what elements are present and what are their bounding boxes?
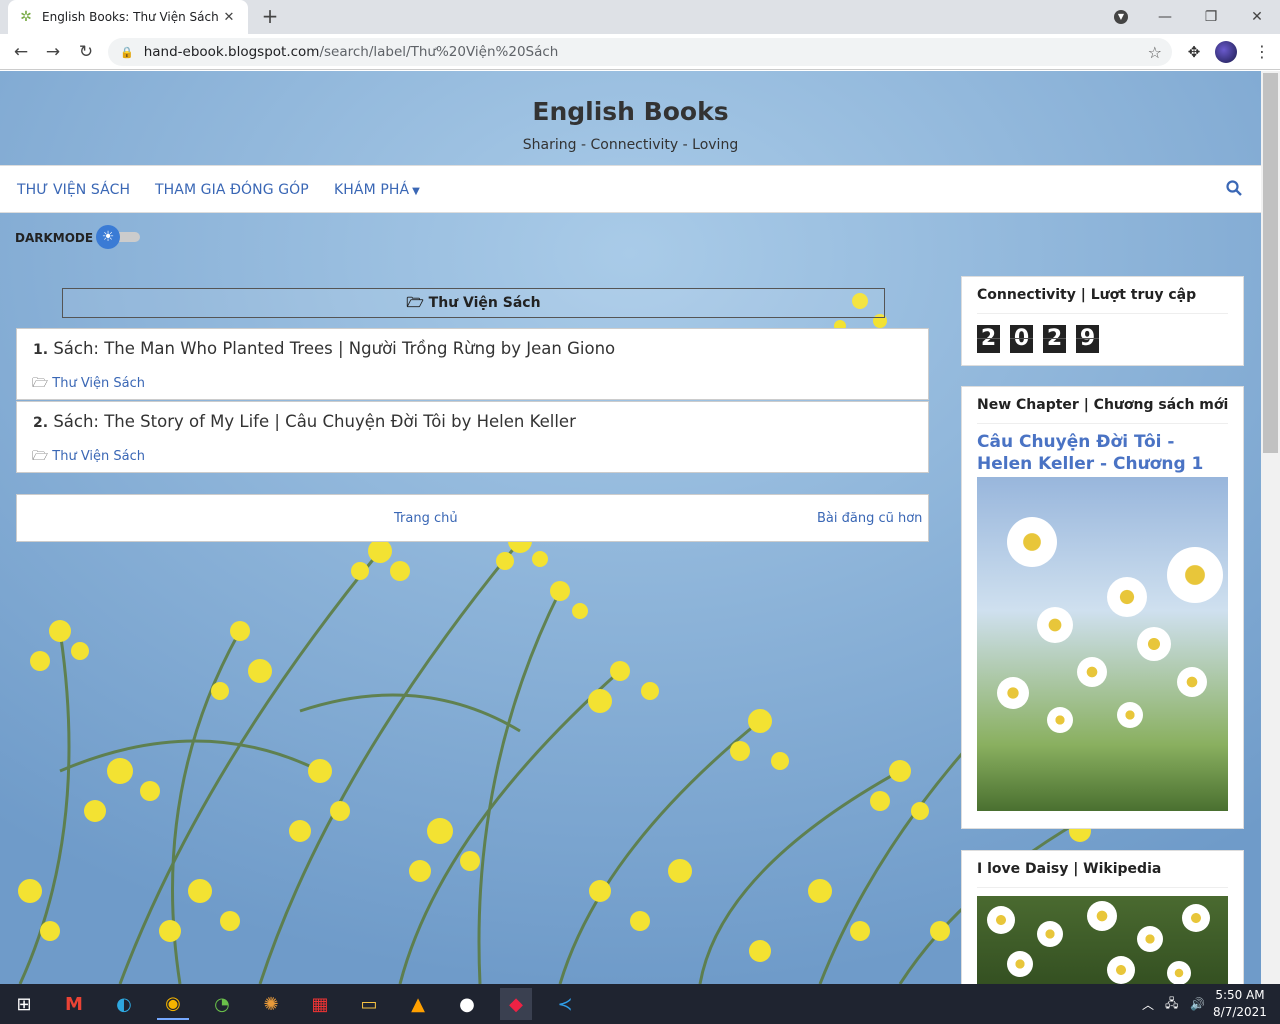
bookmark-star-icon[interactable]: ☆: [1148, 43, 1162, 62]
post-title[interactable]: 1. Sách: The Man Who Planted Trees | Ngư…: [33, 339, 615, 358]
folder-open-icon: 🗁: [406, 295, 424, 311]
label-heading-text: Thư Viện Sách: [428, 295, 541, 311]
close-tab-icon[interactable]: ✕: [220, 10, 238, 25]
tab-title: English Books: Thư Viện Sách: [42, 10, 219, 24]
network-icon[interactable]: 🖧: [1165, 984, 1178, 1024]
tab-search-icon[interactable]: ▼: [1098, 0, 1144, 34]
older-posts-link[interactable]: Bài đăng cũ hơn: [817, 511, 922, 526]
firebase-icon[interactable]: ▲: [402, 988, 434, 1020]
label-heading: 🗁 Thư Viện Sách: [62, 288, 885, 318]
file-explorer-icon[interactable]: ▭: [353, 988, 385, 1020]
daisy-field-photo[interactable]: [977, 896, 1228, 984]
post-title-text: Sách: The Man Who Planted Trees | Người …: [53, 339, 616, 358]
volume-icon[interactable]: 🔊: [1190, 984, 1205, 1024]
chrome-icon[interactable]: ◉: [157, 988, 189, 1020]
edge-icon[interactable]: ◐: [108, 988, 140, 1020]
counter-digit: 2: [977, 325, 1000, 353]
widget-divider: [977, 313, 1228, 314]
tray-chevron-icon[interactable]: ︿: [1142, 984, 1154, 1024]
widget-title: I love Daisy | Wikipedia: [977, 861, 1162, 877]
nav-item-kham-pha-label: KHÁM PHÁ: [334, 182, 410, 198]
site-description: Sharing - Connectivity - Loving: [522, 137, 739, 153]
vscode-icon[interactable]: ≺: [549, 988, 581, 1020]
darkmode-toggle[interactable]: ☀: [96, 225, 144, 249]
nav-item-kham-pha[interactable]: KHÁM PHÁ ▼: [334, 182, 420, 198]
browser-tab-strip: ✲ English Books: Thư Viện Sách ✕ + ▼ — ❐…: [0, 0, 1280, 34]
post-label[interactable]: 🗁 Thư Viện Sách: [32, 447, 145, 469]
counter-digit: 2: [1043, 325, 1066, 353]
widget-title: Connectivity | Lượt truy cập: [977, 287, 1197, 303]
windows-taskbar: ⊞ M ◐ ◉ ◔ ✺ ▦ ▭ ▲ ● ◆ ≺ ︿ 🖧 🔊 5:50 AM 8/…: [0, 984, 1280, 1024]
forward-icon[interactable]: →: [40, 39, 66, 65]
post-label[interactable]: 🗁 Thư Viện Sách: [32, 374, 145, 396]
profile-avatar[interactable]: [1215, 41, 1237, 63]
folder-icon: 🗁: [32, 376, 49, 391]
daisy-photo[interactable]: [977, 477, 1228, 811]
url-host: hand-ebook.blogspot.com: [143, 44, 320, 60]
github-icon[interactable]: ●: [451, 988, 483, 1020]
reload-icon[interactable]: ↻: [73, 39, 99, 65]
post-label-text: Thư Viện Sách: [52, 449, 146, 464]
folder-icon: 🗁: [32, 449, 49, 464]
browser-toolbar: ← → ↻ 🔒 hand-ebook.blogspot.com/search/l…: [0, 34, 1280, 70]
main-navbar: THƯ VIỆN SÁCH THAM GIA ĐÓNG GÓP KHÁM PHÁ…: [0, 165, 1261, 213]
minimize-button[interactable]: —: [1142, 0, 1188, 34]
browser-tab[interactable]: ✲ English Books: Thư Viện Sách ✕: [8, 0, 248, 34]
widget-divider: [977, 423, 1228, 424]
page-scrollbar[interactable]: [1261, 71, 1280, 984]
scrollbar-thumb[interactable]: [1263, 73, 1278, 453]
app-bird-icon[interactable]: ✺: [255, 988, 287, 1020]
counter-digit: 0: [1010, 325, 1033, 353]
nav-item-tham-gia-dong-gop[interactable]: THAM GIA ĐÓNG GÓP: [155, 182, 309, 198]
blog-pager: Trang chủ Bài đăng cũ hơn: [16, 494, 929, 542]
visit-counter: 2 0 2 9: [977, 325, 1099, 353]
taskbar-clock[interactable]: 5:50 AM 8/7/2021: [1210, 987, 1270, 1021]
url-text: hand-ebook.blogspot.com/search/label/Thư…: [144, 44, 1148, 60]
new-chapter-widget: New Chapter | Chương sách mới Câu Chuyện…: [961, 386, 1244, 829]
close-window-button[interactable]: ✕: [1234, 0, 1280, 34]
url-path: /search/label/Thư%20Viện%20Sách: [319, 44, 559, 60]
daisy-widget: I love Daisy | Wikipedia: [961, 850, 1244, 984]
sun-icon: ☀: [96, 225, 120, 249]
search-icon[interactable]: [1226, 180, 1244, 198]
visit-counter-widget: Connectivity | Lượt truy cập 2 0 2 9: [961, 276, 1244, 366]
restore-button[interactable]: ❐: [1188, 0, 1234, 34]
post-title-text: Sách: The Story of My Life | Câu Chuyện …: [53, 412, 576, 431]
site-title[interactable]: English Books: [0, 97, 1261, 126]
post-label-text: Thư Viện Sách: [52, 376, 146, 391]
post-item: 2. Sách: The Story of My Life | Câu Chuy…: [16, 401, 929, 473]
widget-title: New Chapter | Chương sách mới: [977, 397, 1229, 413]
post-title[interactable]: 2. Sách: The Story of My Life | Câu Chuy…: [33, 412, 576, 431]
post-number: 2.: [33, 415, 49, 431]
nav-item-thu-vien-sach[interactable]: THƯ VIỆN SÁCH: [17, 182, 130, 198]
new-tab-button[interactable]: +: [258, 5, 282, 29]
caret-down-icon: ▼: [412, 186, 420, 197]
widget-divider: [977, 887, 1228, 888]
chapter-link[interactable]: Câu Chuyện Đời Tôi - Helen Keller - Chươ…: [977, 431, 1232, 475]
browser-menu-icon[interactable]: ⋮: [1252, 40, 1272, 64]
clock-time: 5:50 AM: [1215, 988, 1265, 1002]
web-page: English Books Sharing - Connectivity - L…: [0, 71, 1261, 984]
app-green-icon[interactable]: ◔: [206, 988, 238, 1020]
app-active-icon[interactable]: ◆: [500, 988, 532, 1020]
back-icon[interactable]: ←: [8, 39, 34, 65]
address-bar[interactable]: 🔒 hand-ebook.blogspot.com/search/label/T…: [108, 38, 1172, 66]
gmail-icon[interactable]: M: [58, 988, 90, 1020]
app-grid-icon[interactable]: ▦: [304, 988, 336, 1020]
windows-start-icon[interactable]: ⊞: [8, 988, 40, 1020]
clock-date: 8/7/2021: [1213, 1005, 1267, 1019]
post-number: 1.: [33, 342, 49, 358]
extensions-puzzle-icon[interactable]: ✥: [1182, 40, 1206, 64]
counter-digit: 9: [1076, 325, 1099, 353]
lock-icon[interactable]: 🔒: [120, 46, 134, 59]
site-favicon-icon: ✲: [20, 9, 32, 25]
darkmode-label: DARKMODE: [15, 231, 94, 245]
post-item: 1. Sách: The Man Who Planted Trees | Ngư…: [16, 328, 929, 400]
home-link[interactable]: Trang chủ: [394, 511, 458, 526]
